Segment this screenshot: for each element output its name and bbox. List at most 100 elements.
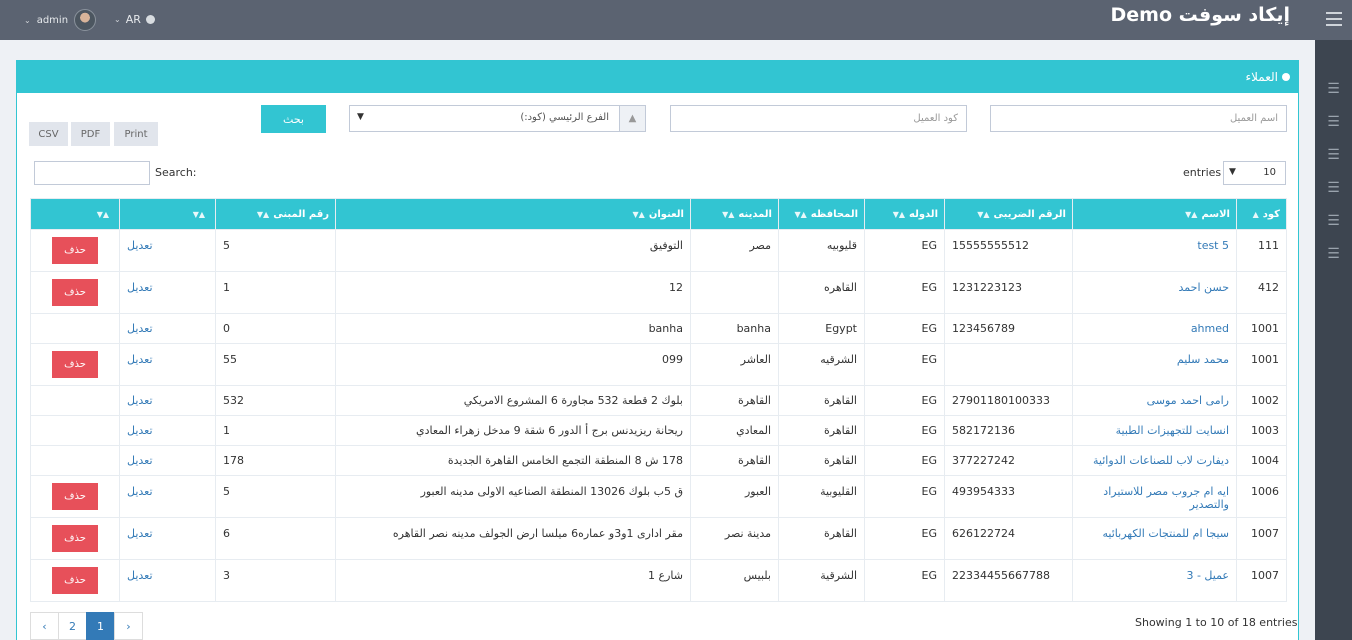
cell-name-link[interactable]: حسن احمد — [1072, 271, 1237, 314]
branch-select-value: الفرع الرئيسي (كود:) — [520, 112, 609, 123]
cell-delete: حذف — [30, 475, 120, 518]
delete-button[interactable]: حذف — [52, 279, 98, 306]
edit-link[interactable]: تعديل — [119, 343, 216, 386]
cell-name-link[interactable]: ديفارت لاب للصناعات الدوائية — [1072, 445, 1237, 476]
delete-button[interactable]: حذف — [52, 351, 98, 378]
table-row: 1001 محمد سليم EG الشرقيه العاشر 099 55 تعديل حذ… — [30, 343, 1287, 386]
cell-name-link[interactable]: محمد سليم — [1072, 343, 1237, 386]
cell-gov: القاهرة — [778, 385, 865, 416]
menu-toggle-icon[interactable] — [1326, 12, 1342, 26]
sidebar-item-5-layers-icon[interactable]: ☰ — [1315, 204, 1352, 237]
cell-gov: القاهرة — [778, 445, 865, 476]
cell-address: banha — [335, 313, 691, 344]
customers-portlet: العملاء ▲ الفرع الرئيسي (كود:) ▼ بحث Pri… — [16, 60, 1299, 640]
sidebar-item-3-layers-icon[interactable]: ☰ — [1315, 138, 1352, 171]
pdf-button[interactable]: PDF — [71, 122, 110, 146]
sidebar-item-4-layers-icon[interactable]: ☰ — [1315, 171, 1352, 204]
cell-city: مصر — [690, 229, 779, 272]
column-header-tax[interactable]: الرقم الضريبى▲▼ — [944, 198, 1073, 230]
column-header-name[interactable]: الاسم▲▼ — [1072, 198, 1237, 230]
sidebar-item-1-layers-icon[interactable]: ☰ — [1315, 72, 1352, 105]
edit-link[interactable]: تعديل — [119, 415, 216, 446]
cell-tax: 123456789 — [944, 313, 1073, 344]
cell-city: بلبيس — [690, 559, 779, 602]
customer-code-input[interactable] — [670, 105, 967, 132]
cell-code: 1003 — [1236, 415, 1287, 446]
column-header-code[interactable]: كود▲ — [1236, 198, 1287, 230]
cell-tax: 22334455667788 — [944, 559, 1073, 602]
cell-code: 1001 — [1236, 343, 1287, 386]
customer-name-input[interactable] — [990, 105, 1287, 132]
column-header-gov[interactable]: المحافظه▲▼ — [778, 198, 865, 230]
column-header-delete[interactable]: ▲▼ — [30, 198, 120, 230]
delete-button[interactable]: حذف — [52, 525, 98, 552]
cell-delete — [30, 385, 120, 416]
language-switcher[interactable]: ⌄ AR — [114, 13, 155, 26]
pagination-page-2[interactable]: 2 — [58, 612, 87, 640]
table-row: 1002 رامى احمد موسى 27901180100333 EG القاهر… — [30, 385, 1287, 416]
column-header-city[interactable]: المدينه▲▼ — [690, 198, 779, 230]
cell-building: 0 — [215, 313, 336, 344]
search-button[interactable]: بحث — [261, 105, 326, 133]
delete-button[interactable]: حذف — [52, 237, 98, 264]
brand-title[interactable]: إيكاد سوفت Demo — [1111, 4, 1290, 26]
column-header-country[interactable]: الدوله▲▼ — [864, 198, 945, 230]
column-header-address[interactable]: العنوان▲▼ — [335, 198, 691, 230]
branch-select[interactable]: ▲ الفرع الرئيسي (كود:) ▼ — [349, 105, 646, 132]
avatar — [74, 9, 97, 31]
edit-link[interactable]: تعديل — [119, 517, 216, 560]
pagination-page-1[interactable]: 1 — [86, 612, 115, 640]
search-label: Search: — [155, 166, 197, 179]
cell-code: 1007 — [1236, 559, 1287, 602]
cell-name-link[interactable]: test 5 — [1072, 229, 1237, 272]
cell-city: القاهرة — [690, 445, 779, 476]
sidebar-item-6-layers-icon[interactable]: ☰ — [1315, 237, 1352, 270]
user-menu[interactable]: ⌄ admin — [24, 9, 97, 31]
cell-country: EG — [864, 475, 945, 518]
page-length-select[interactable]: 10 ▼ — [1223, 161, 1286, 185]
cell-building: 532 — [215, 385, 336, 416]
table-search-input[interactable] — [34, 161, 150, 185]
portlet-title: العملاء — [1245, 70, 1278, 84]
cell-name-link[interactable]: انسايت للتجهيزات الطبية — [1072, 415, 1237, 446]
cell-country: EG — [864, 313, 945, 344]
cell-tax: 582172136 — [944, 415, 1073, 446]
csv-button[interactable]: CSV — [29, 122, 68, 146]
cell-name-link[interactable]: رامى احمد موسى — [1072, 385, 1237, 416]
cell-name-link[interactable]: ايه ام جروب مصر للاستيراد والتصدير — [1072, 475, 1237, 518]
pagination: ‹ 2 1 › — [30, 612, 143, 640]
delete-button[interactable]: حذف — [52, 567, 98, 594]
cell-address: 099 — [335, 343, 691, 386]
column-header-building[interactable]: رقم المبنى▲▼ — [215, 198, 336, 230]
cell-name-link[interactable]: سيجا ام للمنتجات الكهربائيه — [1072, 517, 1237, 560]
column-header-edit[interactable]: ▲▼ — [119, 198, 216, 230]
table-row: 1003 انسايت للتجهيزات الطبية 582172136 EG ال… — [30, 415, 1287, 446]
cell-gov: الشرقيه — [778, 343, 865, 386]
pagination-prev[interactable]: ‹ — [30, 612, 59, 640]
edit-link[interactable]: تعديل — [119, 559, 216, 602]
cell-tax: 1231223123 — [944, 271, 1073, 314]
edit-link[interactable]: تعديل — [119, 385, 216, 416]
edit-link[interactable]: تعديل — [119, 445, 216, 476]
cell-code: 1007 — [1236, 517, 1287, 560]
edit-link[interactable]: تعديل — [119, 271, 216, 314]
cell-address: 178 ش 8 المنطقة التجمع الخامس القاهرة ال… — [335, 445, 691, 476]
edit-link[interactable]: تعديل — [119, 229, 216, 272]
cell-gov: القاهرة — [778, 415, 865, 446]
edit-link[interactable]: تعديل — [119, 475, 216, 518]
right-sidebar: ☰ ☰ ☰ ☰ ☰ ☰ — [1315, 40, 1352, 640]
cell-delete: حذف — [30, 271, 120, 314]
cell-name-link[interactable]: عميل - 3 — [1072, 559, 1237, 602]
pagination-next[interactable]: › — [114, 612, 143, 640]
cell-city: المعادي — [690, 415, 779, 446]
edit-link[interactable]: تعديل — [119, 313, 216, 344]
cell-delete — [30, 313, 120, 344]
print-button[interactable]: Print — [114, 122, 158, 146]
entries-label: entries — [1183, 166, 1222, 179]
sidebar-item-2-layers-icon[interactable]: ☰ — [1315, 105, 1352, 138]
cell-code: 1001 — [1236, 313, 1287, 344]
cell-name-link[interactable]: ahmed — [1072, 313, 1237, 344]
table-row: 1006 ايه ام جروب مصر للاستيراد والتصدير 49… — [30, 475, 1287, 518]
delete-button[interactable]: حذف — [52, 483, 98, 510]
portlet-header: العملاء — [17, 61, 1298, 93]
